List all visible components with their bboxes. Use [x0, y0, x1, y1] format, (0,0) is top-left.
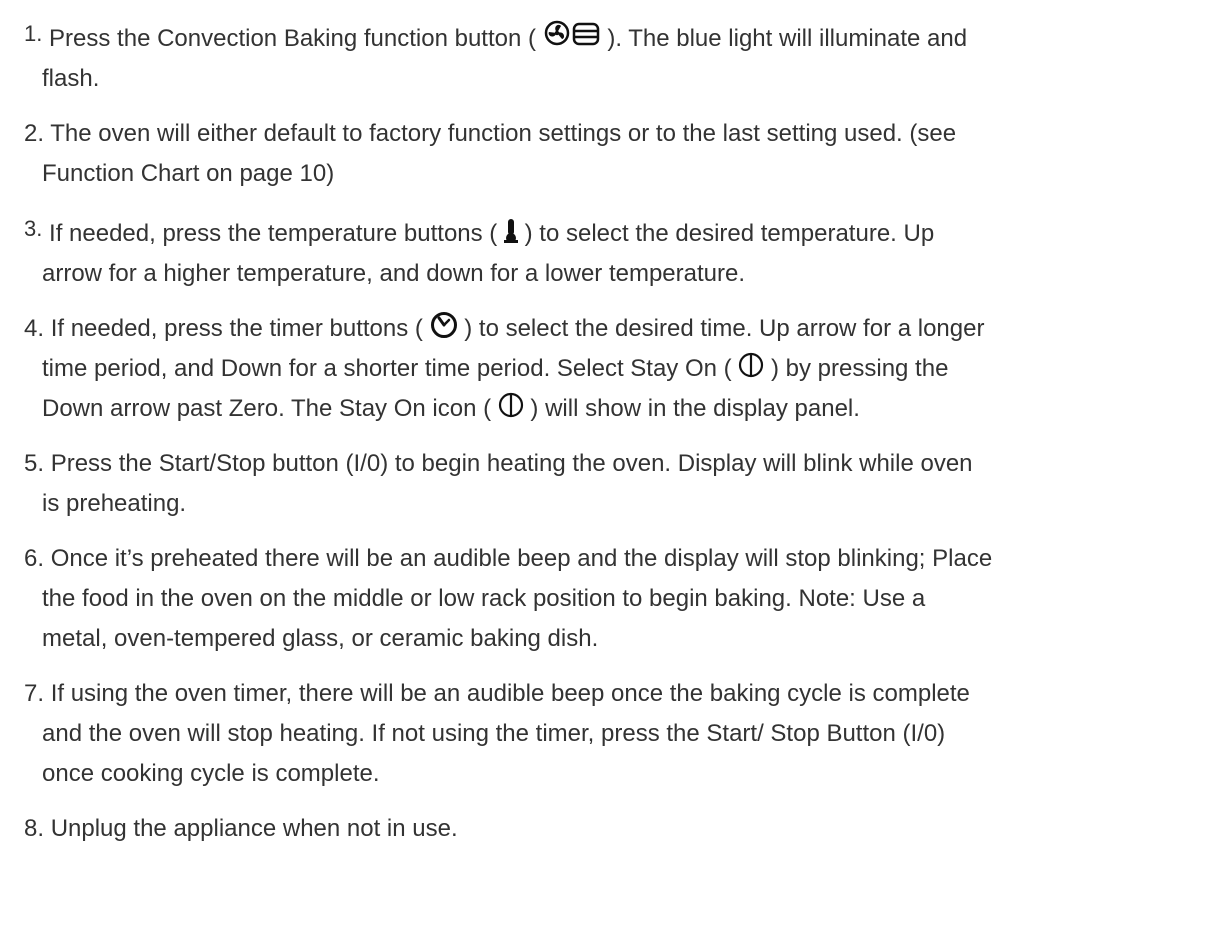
step-number: 3. [24, 216, 43, 241]
convection-fan-icon [543, 19, 601, 49]
stay-on-icon [738, 351, 764, 379]
step-8: 8. Unplug the appliance when not in use. [24, 809, 1194, 849]
stay-on-icon [498, 391, 524, 419]
step-text: flash. [42, 65, 100, 92]
step-text: arrow for a higher temperature, and down… [42, 260, 746, 287]
step-text: Down arrow past Zero. The Stay On icon ( [42, 395, 498, 422]
step-6: 6. Once it’s preheated there will be an … [24, 539, 1194, 659]
step-text: Press the Start/Stop button (I/0) to beg… [50, 450, 973, 477]
step-text: ) will show in the display panel. [530, 395, 860, 422]
step-3: 3. If needed, press the temperature butt… [24, 209, 1194, 294]
step-5: 5. Press the Start/Stop button (I/0) to … [24, 444, 1194, 524]
thermometer-icon [503, 218, 518, 244]
step-text: metal, oven-tempered glass, or ceramic b… [42, 625, 599, 652]
step-text: time period, and Down for a shorter time… [42, 355, 739, 382]
step-4: 4. If needed, press the timer buttons ( … [24, 309, 1194, 429]
step-text: ) to select the desired time. Up arrow f… [464, 315, 985, 342]
step-text: is preheating. [42, 490, 187, 517]
step-text: The oven will either default to factory … [50, 120, 957, 147]
timer-icon [430, 311, 458, 339]
step-text: ) by pressing the [771, 355, 949, 382]
step-text: ). The blue light will illuminate and [607, 25, 968, 52]
step-number: 5. [24, 450, 45, 477]
step-text: Function Chart on page 10) [42, 160, 335, 187]
step-text: the food in the oven on the middle or lo… [42, 585, 926, 612]
step-text: If needed, press the timer buttons ( [50, 315, 430, 342]
step-1: 1. Press the Convection Baking function … [24, 14, 1194, 99]
step-text: ) to select the desired temperature. Up [524, 220, 935, 247]
step-2: 2. The oven will either default to facto… [24, 114, 1194, 194]
step-text: and the oven will stop heating. If not u… [42, 720, 946, 747]
step-text: Once it’s preheated there will be an aud… [50, 545, 993, 572]
step-text: Unplug the appliance when not in use. [50, 815, 458, 842]
step-text: If needed, press the temperature buttons… [49, 220, 504, 247]
step-number: 8. [24, 815, 45, 842]
step-number: 1. [24, 21, 43, 46]
step-number: 6. [24, 545, 45, 572]
step-number: 7. [24, 680, 45, 707]
step-text: once cooking cycle is complete. [42, 760, 380, 787]
step-text: If using the oven timer, there will be a… [50, 680, 970, 707]
step-7: 7. If using the oven timer, there will b… [24, 674, 1194, 794]
step-number: 4. [24, 315, 45, 342]
step-number: 2. [24, 120, 45, 147]
instruction-list: 1. Press the Convection Baking function … [24, 14, 1194, 864]
step-text: Press the Convection Baking function but… [49, 25, 543, 52]
